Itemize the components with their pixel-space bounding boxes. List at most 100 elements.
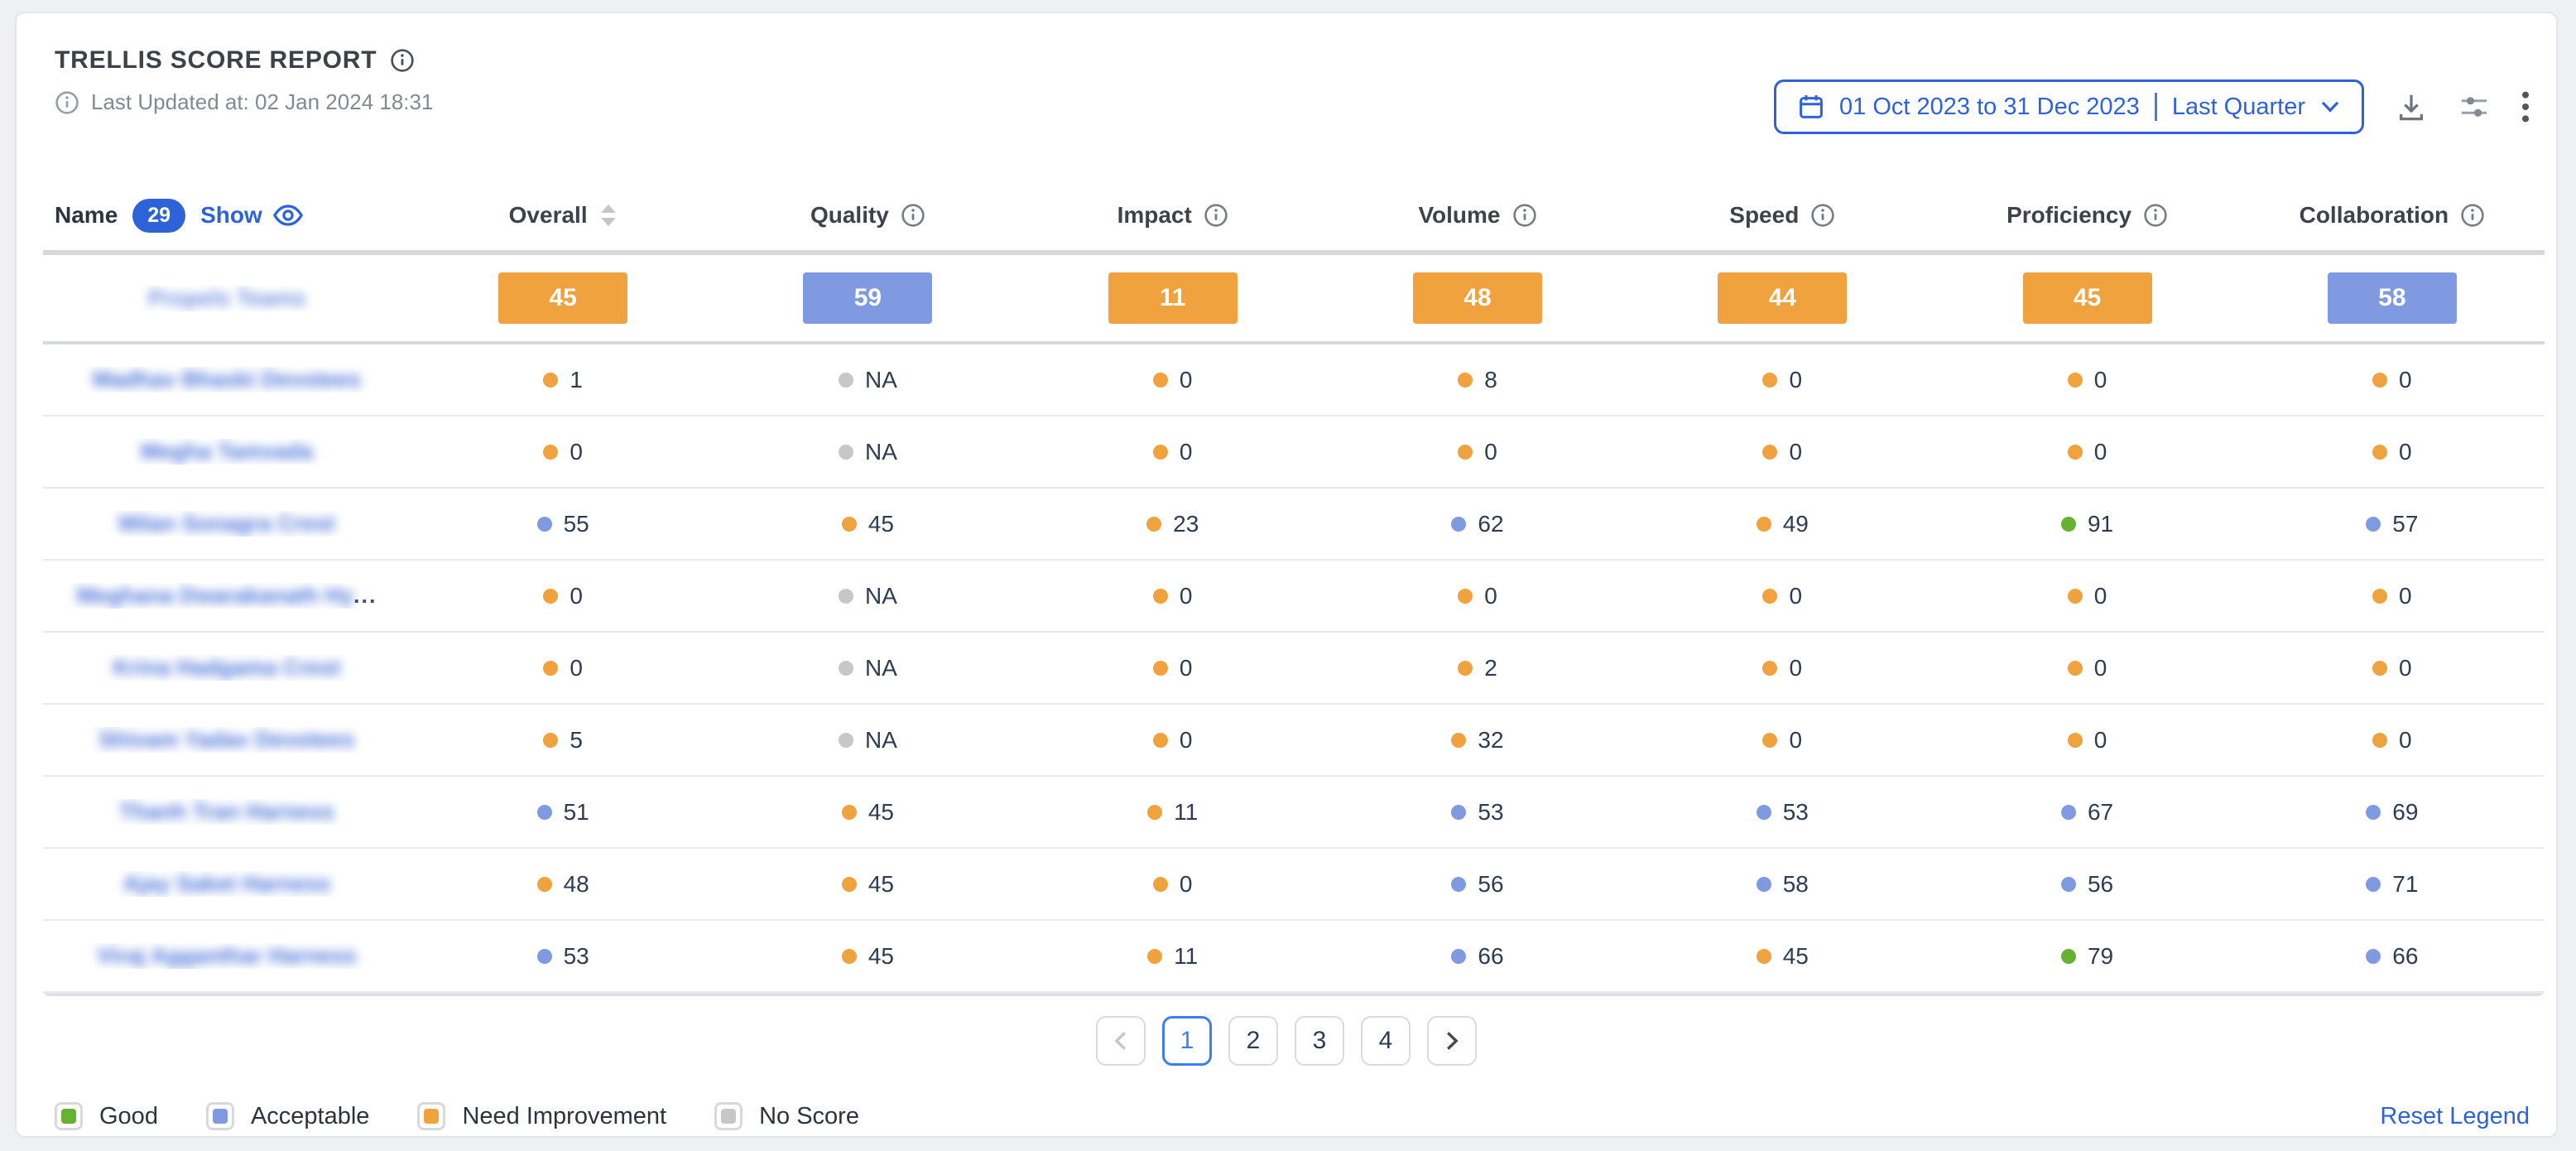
team-name-link[interactable]: Propels Teams [148, 286, 305, 311]
score-cell: 66 [2240, 943, 2545, 970]
info-icon[interactable] [1204, 203, 1228, 228]
score-cell: NA [715, 727, 1020, 754]
show-label: Show [200, 202, 262, 229]
score-cell: 45 [411, 272, 715, 324]
score-cell: 66 [1325, 943, 1630, 970]
pagination-page-1[interactable]: 1 [1162, 1016, 1212, 1066]
score-value: 0 [2399, 367, 2412, 393]
score-level-dot [842, 517, 857, 532]
score-level-dot [2372, 733, 2387, 748]
score-value: NA [865, 439, 897, 465]
column-label: Speed [1729, 202, 1799, 229]
score-level-dot [2068, 373, 2083, 388]
score-cell: 0 [411, 583, 715, 609]
score-cell: 53 [1325, 799, 1630, 826]
title-info-icon[interactable] [390, 48, 415, 73]
score-value: 66 [2392, 943, 2418, 970]
score-level-dot [537, 517, 552, 532]
member-name-link[interactable]: Shivam Yadav Devotees [99, 727, 355, 752]
column-header-volume: Volume [1418, 202, 1536, 229]
member-name-link[interactable]: Ajay Saket Harness [123, 871, 331, 896]
score-level-dot [1762, 373, 1777, 388]
legend-checkbox[interactable] [417, 1102, 445, 1130]
legend-checkbox[interactable] [206, 1102, 234, 1130]
legend-checkbox[interactable] [714, 1102, 743, 1130]
score-value: 11 [1174, 943, 1198, 970]
widget-settings-button[interactable] [2458, 91, 2490, 123]
info-icon[interactable] [2460, 203, 2485, 228]
score-value: 45 [868, 799, 894, 826]
pagination-next-button[interactable] [1427, 1016, 1477, 1066]
sort-icon[interactable] [599, 203, 618, 228]
more-options-button[interactable] [2521, 91, 2530, 123]
pagination-prev-button[interactable] [1096, 1016, 1146, 1066]
legend-item-no-score[interactable]: No Score [714, 1102, 859, 1130]
member-name-link[interactable]: Meghana Dwarakanath Hy [76, 583, 353, 608]
info-icon[interactable] [901, 203, 925, 228]
member-name-link[interactable]: Krina Hadgama Crest [113, 655, 341, 680]
legend-item-good[interactable]: Good [55, 1102, 158, 1130]
score-level-dot [1153, 733, 1168, 748]
chevron-right-icon [1445, 1031, 1459, 1051]
score-value: 0 [2399, 439, 2412, 465]
column-header-collaboration: Collaboration [2300, 202, 2485, 229]
show-button[interactable]: Show [200, 202, 304, 229]
score-level-dot [2372, 589, 2387, 604]
score-value: 23 [1173, 511, 1199, 537]
pagination-page-3[interactable]: 3 [1295, 1016, 1344, 1066]
score-cell: 0 [2240, 583, 2545, 609]
last-updated-info-icon[interactable] [55, 90, 79, 115]
score-level-dot [543, 661, 558, 676]
score-level-dot [1451, 733, 1466, 748]
score-cell: 0 [1934, 655, 2239, 681]
reset-legend-link[interactable]: Reset Legend [2380, 1103, 2530, 1130]
score-level-dot [1458, 589, 1473, 604]
table-row: Meghana Dwarakanath Hy...0NA00000 [43, 561, 2545, 633]
score-level-dot [2061, 949, 2076, 964]
legend-label: No Score [759, 1103, 859, 1130]
score-value: 45 [868, 943, 894, 970]
score-value: 0 [570, 655, 583, 681]
info-icon[interactable] [1810, 203, 1835, 228]
pagination-page-2[interactable]: 2 [1228, 1016, 1278, 1066]
member-name-link[interactable]: Thanh Tran Harness [119, 799, 334, 824]
column-label: Quality [810, 202, 889, 229]
score-badge: 58 [2328, 272, 2457, 324]
score-value: 0 [1180, 439, 1193, 465]
score-cell: 59 [715, 272, 1020, 324]
score-cell: 45 [715, 871, 1020, 898]
name-count-badge[interactable]: 29 [132, 199, 185, 233]
info-icon[interactable] [2143, 203, 2168, 228]
score-value: 0 [2399, 583, 2412, 609]
table-row: Shivam Yadav Devotees5NA032000 [43, 705, 2545, 777]
download-button[interactable] [2396, 91, 2427, 123]
score-value: 53 [1478, 799, 1503, 826]
info-icon[interactable] [1512, 203, 1537, 228]
table-row: Megha Tamvada0NA00000 [43, 417, 2545, 489]
member-name-link[interactable]: Milan Sonagra Crest [118, 511, 334, 536]
score-cell: 0 [1021, 367, 1325, 393]
name-cell: Viraj Agganthar Harness [43, 943, 411, 969]
score-value: 0 [2399, 655, 2412, 681]
header-actions: 01 Oct 2023 to 31 Dec 2023 Last Quarter [1774, 79, 2530, 134]
legend-checkbox[interactable] [55, 1102, 83, 1130]
score-level-dot [537, 805, 552, 820]
score-cell: 0 [1021, 727, 1325, 754]
member-name-link[interactable]: Madhav Bhaski Devotees [93, 367, 361, 392]
score-level-dot [1757, 805, 1771, 820]
legend-item-need-improvement[interactable]: Need Improvement [417, 1102, 666, 1130]
table-body: Madhav Bhaski Devotees1NA08000Megha Tamv… [43, 344, 2545, 993]
score-cell: 1 [411, 367, 715, 393]
score-level-dot [839, 589, 853, 604]
pagination-page-4[interactable]: 4 [1361, 1016, 1411, 1066]
score-level-dot [1757, 877, 1771, 892]
legend-item-acceptable[interactable]: Acceptable [206, 1102, 370, 1130]
date-range-button[interactable]: 01 Oct 2023 to 31 Dec 2023 Last Quarter [1774, 79, 2364, 134]
member-name-link[interactable]: Megha Tamvada [141, 439, 313, 464]
score-level-dot [1757, 949, 1771, 964]
score-level-dot [2061, 805, 2076, 820]
score-cell: 0 [1021, 439, 1325, 465]
member-name-link[interactable]: Viraj Agganthar Harness [97, 943, 357, 968]
score-level-dot [2366, 949, 2381, 964]
score-badge: 44 [1718, 272, 1847, 324]
